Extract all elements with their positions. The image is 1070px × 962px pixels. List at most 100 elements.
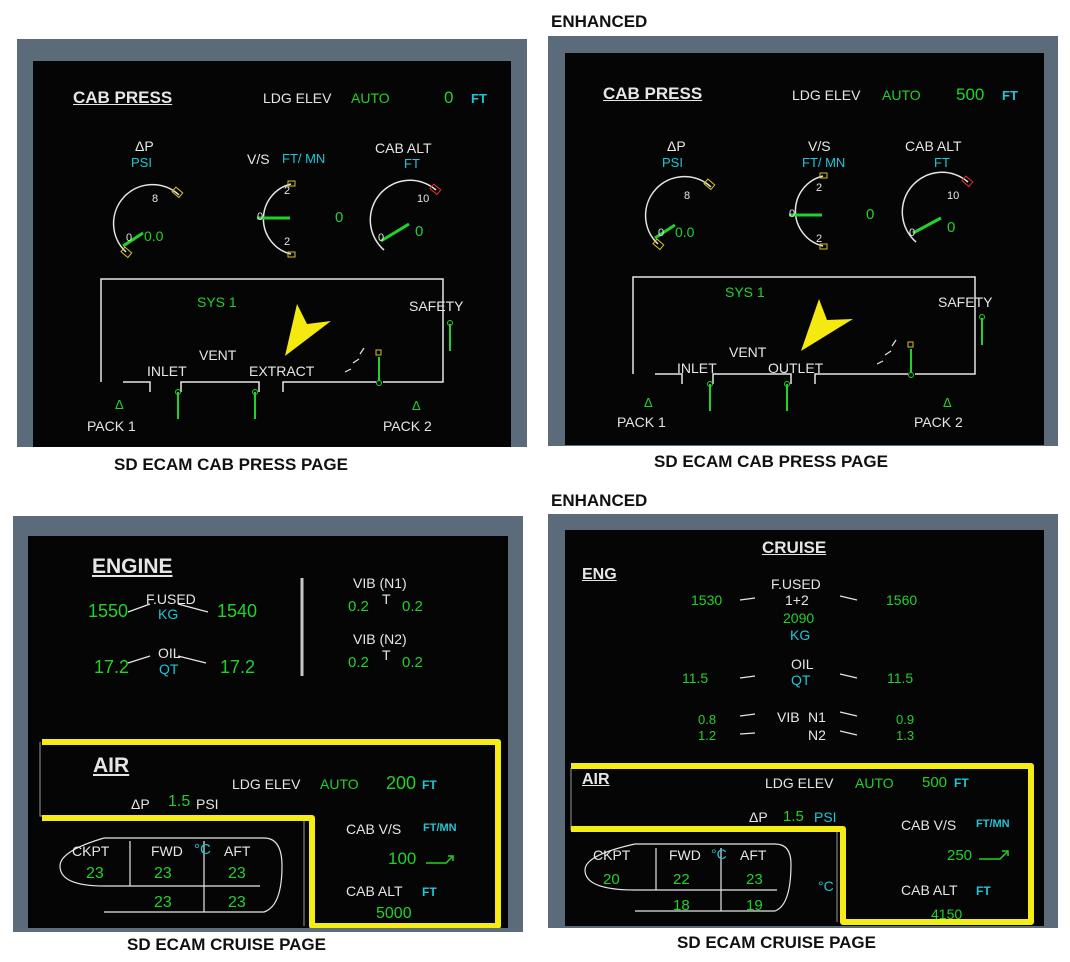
air-ldg-elev-value: 200 xyxy=(386,773,417,793)
delta-p-unit: PSI xyxy=(131,155,152,170)
ldg-elev-value: 0 xyxy=(444,88,454,107)
pack1-label: PACK 1 xyxy=(617,414,666,430)
enhanced-label-top: ENHANCED xyxy=(551,12,648,31)
air-ldg-elev-value: 500 xyxy=(922,774,948,791)
cab-press-title: CAB PRESS xyxy=(603,84,703,103)
pack2-triangle: Δ xyxy=(943,395,952,410)
cab-vs-value: 100 xyxy=(388,849,417,868)
vent-label: VENT xyxy=(729,344,767,360)
ckpt-temp: 20 xyxy=(603,871,620,888)
cab-vs-value: 250 xyxy=(947,847,973,864)
oil-right-value: 17.2 xyxy=(220,657,256,677)
vib-n1-label: VIB (N1) xyxy=(353,575,407,591)
cab-alt-value: 4150 xyxy=(931,906,963,922)
ldg-elev-label: LDG ELEV xyxy=(263,90,332,106)
vs-scale-bottom: 2 xyxy=(284,236,291,248)
cab-alt-value: 5000 xyxy=(376,905,412,922)
cab-press-graphics-left xyxy=(100,179,453,419)
cruise-caption-left: SD ECAM CRUISE PAGE xyxy=(127,935,326,954)
delta-p-label: ΔP xyxy=(667,138,686,154)
cab-vs-unit: FT/MN xyxy=(423,822,457,834)
air-ldg-elev-unit: FT xyxy=(422,778,437,792)
cruise-screen-right: CRUISE ENG F.USED 1+2 2090 KG 1530 1560 … xyxy=(565,530,1044,926)
cab-press-caption-right: SD ECAM CAB PRESS PAGE xyxy=(654,452,888,471)
fused-right-value: 1540 xyxy=(217,601,258,621)
oil-right-value: 11.5 xyxy=(887,670,914,686)
oil-left-value: 17.2 xyxy=(94,657,130,677)
aft-temp: 23 xyxy=(228,865,246,882)
air-ldg-elev-label: LDG ELEV xyxy=(765,775,834,791)
fused-engines: 1+2 xyxy=(785,592,809,608)
vib-n1-label: N1 xyxy=(808,709,826,725)
air-ldg-elev-label: LDG ELEV xyxy=(232,776,301,792)
temp-unit: °C xyxy=(194,841,211,858)
cab-alt-unit: FT xyxy=(976,884,991,898)
air-delta-p-value: 1.5 xyxy=(168,793,191,810)
enhanced-label-bottom: ENHANCED xyxy=(551,491,648,510)
pack1-triangle: Δ xyxy=(644,395,653,410)
vs-label: V/S xyxy=(808,138,831,154)
fwd-duct-temp: 23 xyxy=(154,894,172,911)
fused-label: F.USED xyxy=(771,576,821,592)
vib-n2-left-value: 1.2 xyxy=(698,728,717,743)
delta-p-unit: PSI xyxy=(662,155,683,170)
fwd-label: FWD xyxy=(669,847,701,863)
vib-n2-right-value: 1.3 xyxy=(896,728,915,743)
air-delta-p-unit: PSI xyxy=(196,796,219,812)
cab-alt-label: CAB ALT xyxy=(905,138,962,154)
pack2-triangle: Δ xyxy=(412,398,421,413)
dp-scale-0: 0 xyxy=(658,227,665,239)
vib-label: VIB xyxy=(777,709,800,725)
outlet-label: OUTLET xyxy=(768,360,824,376)
air-delta-p-label: ΔP xyxy=(749,809,768,825)
pack2-label: PACK 2 xyxy=(383,418,432,434)
cab-vs-unit: FT/MN xyxy=(976,818,1010,830)
sys-label: SYS 1 xyxy=(725,284,765,300)
cab-alt-unit: FT xyxy=(934,155,950,170)
vs-unit: FT/ MN xyxy=(802,155,846,170)
fused-unit: KG xyxy=(790,627,811,643)
cab-alt-scale-10: 10 xyxy=(417,193,430,205)
delta-p-value: 0.0 xyxy=(675,224,695,240)
vib-n1-left-value: 0.8 xyxy=(698,712,717,727)
cab-press-caption-left: SD ECAM CAB PRESS PAGE xyxy=(114,455,348,474)
delta-p-label: ΔP xyxy=(135,138,154,154)
ckpt-temp: 23 xyxy=(86,865,104,882)
ldg-elev-unit: FT xyxy=(471,91,487,106)
air-ldg-elev-mode: AUTO xyxy=(320,776,359,792)
cruise-title: CRUISE xyxy=(762,538,827,557)
fused-label: F.USED xyxy=(146,591,196,607)
cab-alt-scale-10: 10 xyxy=(947,190,960,202)
cab-vs-label: CAB V/S xyxy=(901,817,957,833)
ldg-elev-mode: AUTO xyxy=(882,87,921,103)
pack2-label: PACK 2 xyxy=(914,414,963,430)
dp-scale-8: 8 xyxy=(684,190,691,202)
ckpt-label: CKPT xyxy=(72,843,110,859)
cab-alt-label: CAB ALT xyxy=(375,140,432,156)
aft-label: AFT xyxy=(740,847,767,863)
temp-unit-outside: °C xyxy=(818,878,834,894)
vs-scale-top: 2 xyxy=(284,185,291,197)
oil-unit: QT xyxy=(159,661,179,677)
cab-press-screen-right: CAB PRESS LDG ELEV AUTO 500 FT ΔP PSI V/… xyxy=(565,53,1044,445)
oil-label: OIL xyxy=(791,656,814,672)
fused-left-value: 1530 xyxy=(691,592,723,608)
fused-left-value: 1550 xyxy=(88,601,129,621)
vib-n1-right-value: 0.9 xyxy=(896,712,915,727)
aft-temp: 23 xyxy=(746,871,763,888)
oil-left-value: 11.5 xyxy=(682,670,709,686)
vs-scale-top: 2 xyxy=(816,182,823,194)
safety-label: SAFETY xyxy=(409,298,464,314)
vs-value: 0 xyxy=(866,206,875,223)
aft-label: AFT xyxy=(224,843,251,859)
fwd-temp: 22 xyxy=(673,871,690,888)
vs-label: V/S xyxy=(247,151,270,167)
cab-alt-unit: FT xyxy=(404,156,420,171)
vs-scale-bottom: 2 xyxy=(816,233,823,245)
cab-alt-label: CAB ALT xyxy=(901,882,958,898)
cab-vs-label: CAB V/S xyxy=(346,821,402,837)
fwd-duct-temp: 18 xyxy=(673,897,690,914)
cab-alt-unit: FT xyxy=(422,885,437,899)
engine-title: ENGINE xyxy=(92,555,173,578)
cab-alt-scale-0: 0 xyxy=(909,227,916,239)
